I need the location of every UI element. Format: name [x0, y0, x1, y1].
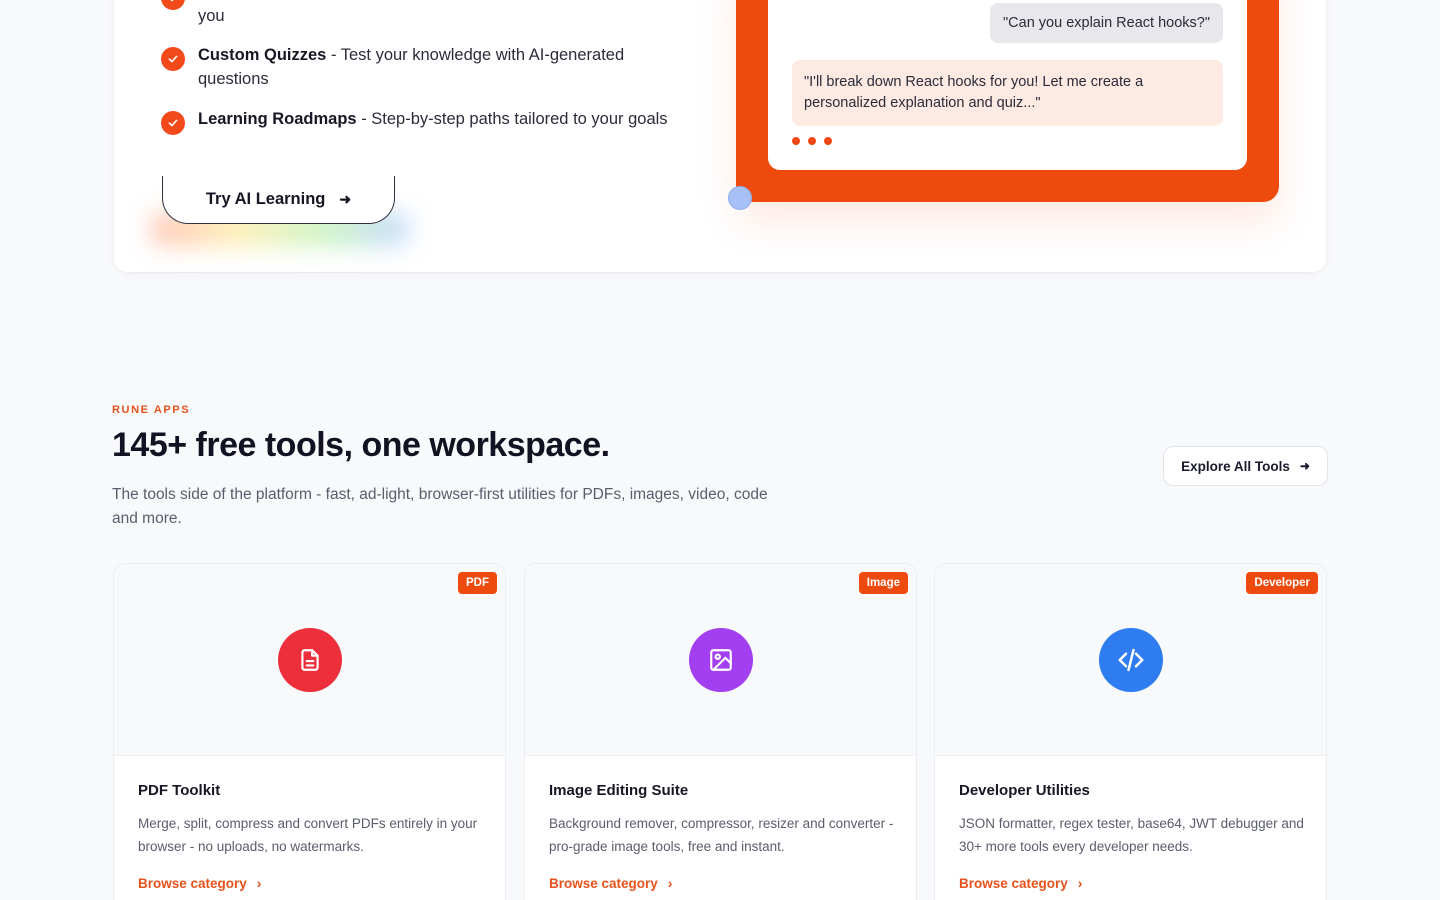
chevron-right-icon: ›: [1077, 875, 1083, 891]
try-ai-learning-button[interactable]: Try AI Learning ➜: [162, 176, 395, 224]
browse-label: Browse category: [549, 875, 658, 891]
chevron-right-icon: ›: [667, 875, 673, 891]
browse-category-link[interactable]: Browse category ›: [138, 875, 261, 891]
feature-text: you: [198, 7, 225, 25]
check-icon: [161, 47, 185, 71]
explore-label: Explore All Tools: [1181, 458, 1290, 474]
feature-item: Custom Quizzes - Test your knowledge wit…: [161, 43, 681, 91]
browse-label: Browse category: [138, 875, 247, 891]
category-badge: PDF: [458, 572, 497, 594]
category-badge: Image: [858, 572, 908, 594]
tool-name: Image Editing Suite: [549, 782, 689, 799]
image-icon: [688, 628, 753, 692]
feature-title: Learning Roadmaps: [198, 110, 357, 128]
check-icon: [161, 111, 185, 135]
ai-message-bubble: "I'll break down React hooks for you! Le…: [792, 60, 1223, 126]
code-icon: [1098, 628, 1163, 692]
card-hero: Image: [525, 564, 916, 756]
section-eyebrow: RUNE APPS: [112, 404, 191, 416]
chevron-right-icon: ›: [256, 875, 262, 891]
section-subtitle: The tools side of the platform - fast, a…: [112, 486, 768, 527]
cursor-dot: [728, 186, 752, 210]
tool-card-image[interactable]: Image Image Editing Suite Background rem…: [524, 563, 917, 900]
explore-all-tools-button[interactable]: Explore All Tools ➜: [1163, 446, 1328, 486]
user-message-bubble: "Can you explain React hooks?": [990, 3, 1223, 43]
document-icon: [277, 628, 342, 692]
browse-category-link[interactable]: Browse category ›: [549, 875, 672, 891]
try-ai-learning-label: Try AI Learning: [205, 190, 326, 208]
tool-card-pdf[interactable]: PDF PDF Toolkit Merge, split, compress a…: [113, 563, 506, 900]
section-title: 145+ free tools, one workspace.: [112, 426, 610, 464]
tool-description: Merge, split, compress and convert PDFs …: [138, 816, 478, 854]
tool-description: JSON formatter, regex tester, base64, JW…: [959, 816, 1304, 854]
arrow-right-icon: ➜: [339, 191, 352, 207]
tool-card-developer[interactable]: Developer Developer Utilities JSON forma…: [934, 563, 1327, 900]
feature-title: Custom Quizzes: [198, 46, 327, 64]
tool-name: PDF Toolkit: [138, 782, 221, 799]
typing-indicator: [792, 137, 832, 145]
browse-category-link[interactable]: Browse category ›: [959, 875, 1082, 891]
browse-label: Browse category: [959, 875, 1068, 891]
category-badge: Developer: [1246, 572, 1318, 594]
feature-item: Learning Roadmaps - Step-by-step paths t…: [161, 107, 701, 135]
feature-item: you: [161, 0, 225, 28]
chat-preview-frame: "Can you explain React hooks?" "I'll bre…: [736, 0, 1279, 202]
chat-window: "Can you explain React hooks?" "I'll bre…: [768, 0, 1247, 170]
card-hero: PDF: [114, 564, 505, 756]
tool-description: Background remover, compressor, resizer …: [549, 816, 894, 854]
arrow-right-icon: ➜: [1299, 459, 1310, 473]
tool-name: Developer Utilities: [959, 782, 1090, 799]
card-hero: Developer: [935, 564, 1326, 756]
check-icon: [161, 0, 185, 10]
feature-text: - Step-by-step paths tailored to your go…: [356, 110, 668, 128]
